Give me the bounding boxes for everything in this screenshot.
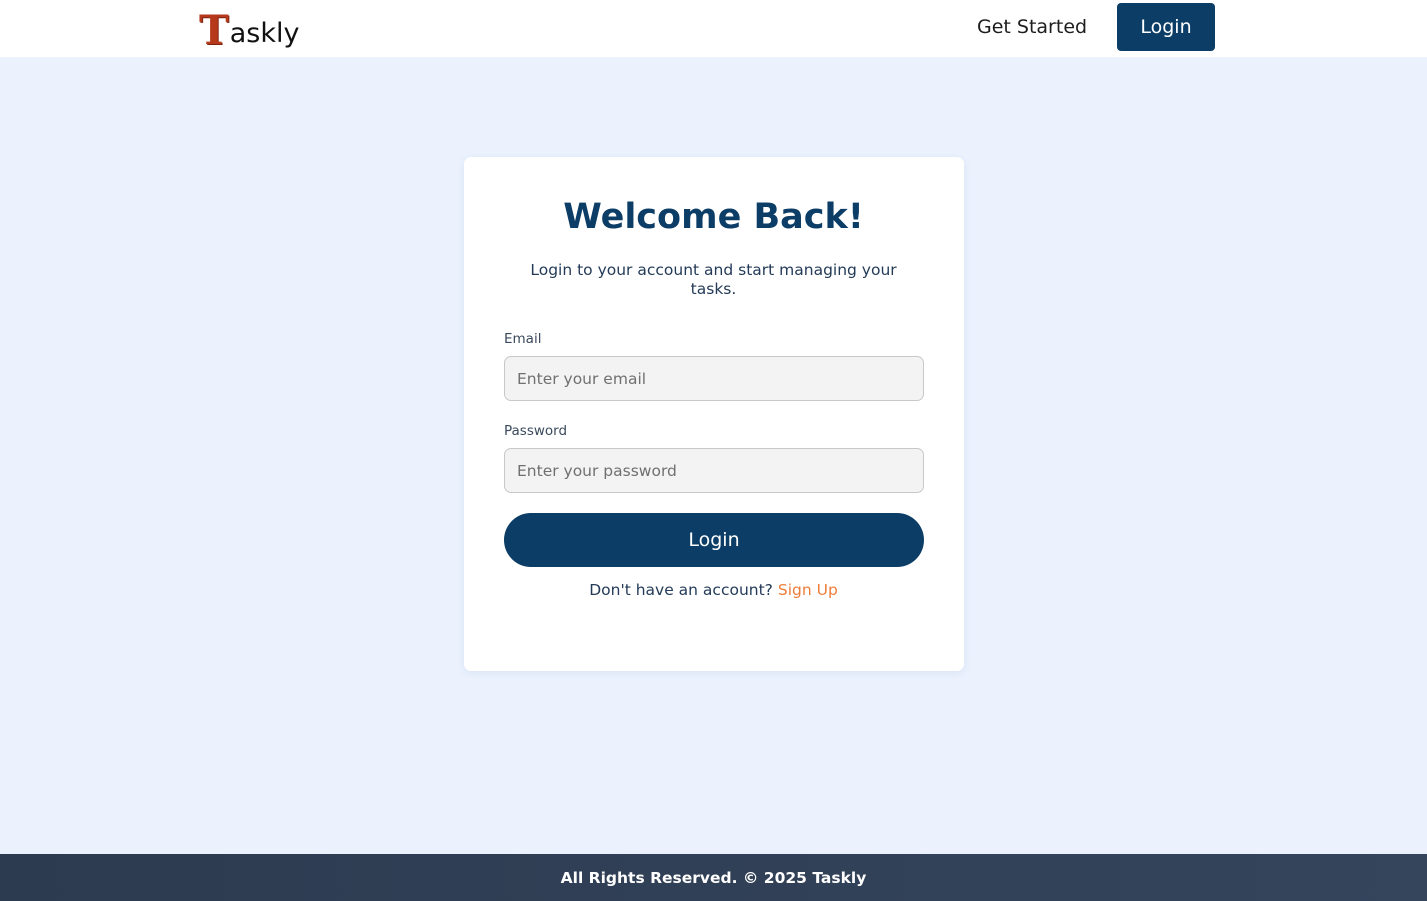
login-title: Welcome Back!	[563, 197, 864, 237]
navbar: T askly Get Started Login	[0, 0, 1427, 57]
signup-prompt-row: Don't have an account? Sign Up	[0, 581, 1427, 599]
signup-link[interactable]: Sign Up	[778, 581, 838, 599]
login-submit-button[interactable]: Login	[504, 513, 924, 567]
email-label: Email	[504, 331, 542, 347]
footer: All Rights Reserved. © 2025 Taskly	[0, 854, 1427, 901]
footer-copyright: All Rights Reserved. © 2025 Taskly	[560, 868, 867, 887]
email-field[interactable]	[504, 356, 924, 401]
get-started-link[interactable]: Get Started	[977, 14, 1087, 40]
taskly-logo[interactable]: T askly	[199, 7, 300, 54]
nav-login-button[interactable]: Login	[1117, 3, 1215, 51]
password-field[interactable]	[504, 448, 924, 493]
password-label: Password	[504, 423, 568, 439]
signup-prompt-text: Don't have an account?	[589, 581, 773, 599]
login-subtitle: Login to your account and start managing…	[530, 261, 897, 298]
logo-wordmark: askly	[229, 18, 300, 49]
logo-letter: T	[199, 7, 229, 54]
